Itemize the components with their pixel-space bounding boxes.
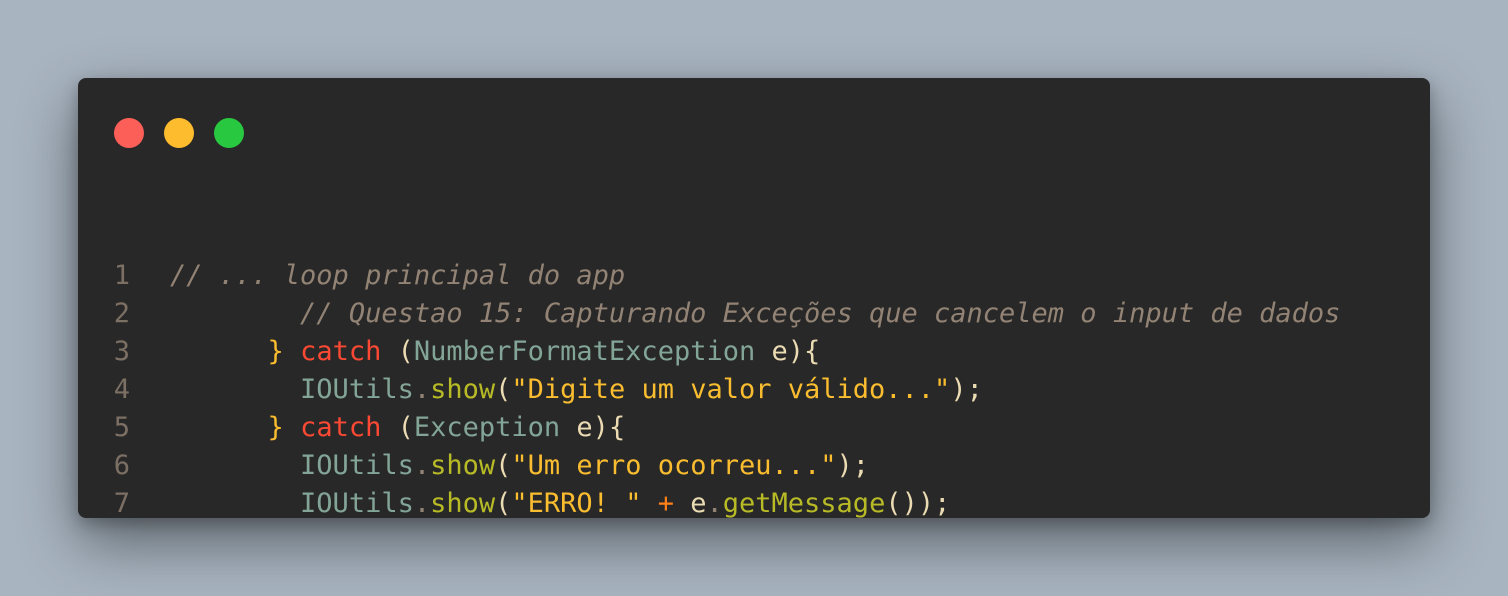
code-line: 4 IOUtils.show("Digite um valor válido..… [78, 371, 1430, 409]
line-number: 4 [113, 374, 130, 405]
line-number: 1 [113, 260, 130, 291]
line-number: 6 [113, 450, 130, 481]
token-plain: ); [836, 450, 870, 481]
token-string: "ERRO! " [511, 488, 642, 518]
code-window: 1 // ... loop principal do app 2 // Questa… [78, 78, 1430, 518]
minimize-button[interactable] [164, 118, 194, 148]
token-dot: . [413, 488, 431, 518]
line-number: 3 [113, 336, 130, 367]
line-number: 5 [113, 412, 130, 443]
token-dot: . [706, 488, 723, 518]
token-type: IOUtils [300, 450, 414, 481]
token-plain: ()); [885, 488, 951, 518]
token-method: show [430, 450, 496, 481]
gutter-gap [130, 371, 170, 409]
gutter-gap [130, 409, 170, 447]
token-type: Exception [413, 412, 561, 443]
line-source: IOUtils.show("Um erro ocorreu..."); [170, 447, 869, 485]
window-controls [114, 118, 244, 148]
token-dot: . [413, 450, 431, 481]
token-operator: + [657, 488, 674, 518]
gutter-gap [130, 295, 170, 333]
token-punctuation: } [267, 412, 301, 443]
code-line: 3 } catch (NumberFormatException e){ [78, 333, 1430, 371]
token-comment: // ... loop principal do app [170, 260, 626, 291]
token-plain: ( [381, 412, 414, 443]
code-line: 2 // Questao 15: Capturando Exceções que… [78, 295, 1430, 333]
screenshot-background: { "window": { "traffic_lights": [ {"name… [0, 0, 1508, 596]
token-keyword: catch [300, 336, 382, 367]
token-plain: ); [950, 374, 983, 405]
token-string: "Digite um valor válido..." [511, 374, 951, 405]
token-dot: . [413, 374, 431, 405]
line-source: IOUtils.show("Digite um valor válido..."… [170, 371, 983, 409]
gutter-gap [130, 485, 170, 518]
code-block: 1 // ... loop principal do app 2 // Questa… [78, 257, 1430, 518]
code-line: 6 IOUtils.show("Um erro ocorreu..."); [78, 447, 1430, 485]
code-line: 7 IOUtils.show("ERRO! " + e.getMessage()… [78, 485, 1430, 518]
token-method: show [430, 488, 496, 518]
line-source: // Questao 15: Capturando Exceções que c… [170, 295, 1340, 333]
token-plain: ( [495, 488, 512, 518]
token-method: show [430, 374, 496, 405]
token-plain: ( [495, 374, 512, 405]
gutter-gap [130, 333, 170, 371]
token-plain: ( [381, 336, 414, 367]
line-source: } catch (NumberFormatException e){ [170, 333, 821, 371]
maximize-button[interactable] [214, 118, 244, 148]
gutter-gap [130, 447, 170, 485]
code-line: 5 } catch (Exception e){ [78, 409, 1430, 447]
token-plain: e){ [560, 412, 626, 443]
line-source: // ... loop principal do app [170, 257, 625, 295]
token-comment: // Questao 15: Capturando Exceções que c… [300, 298, 1341, 329]
line-source: IOUtils.show("ERRO! " + e.getMessage()); [170, 485, 950, 518]
token-plain: e){ [755, 336, 821, 367]
token-string: "Um erro ocorreu..." [511, 450, 837, 481]
token-plain: ( [495, 450, 512, 481]
line-source: } catch (Exception e){ [170, 409, 626, 447]
gutter-gap [130, 257, 170, 295]
line-number: 2 [113, 298, 130, 329]
token-method: getMessage [722, 488, 886, 518]
token-punctuation: } [267, 336, 301, 367]
token-keyword: catch [300, 412, 382, 443]
token-type: NumberFormatException [413, 336, 756, 367]
line-number: 7 [113, 488, 130, 518]
code-line: 1 // ... loop principal do app [78, 257, 1430, 295]
close-button[interactable] [114, 118, 144, 148]
token-type: IOUtils [300, 488, 414, 518]
token-type: IOUtils [300, 374, 414, 405]
token-plain: e [673, 488, 707, 518]
